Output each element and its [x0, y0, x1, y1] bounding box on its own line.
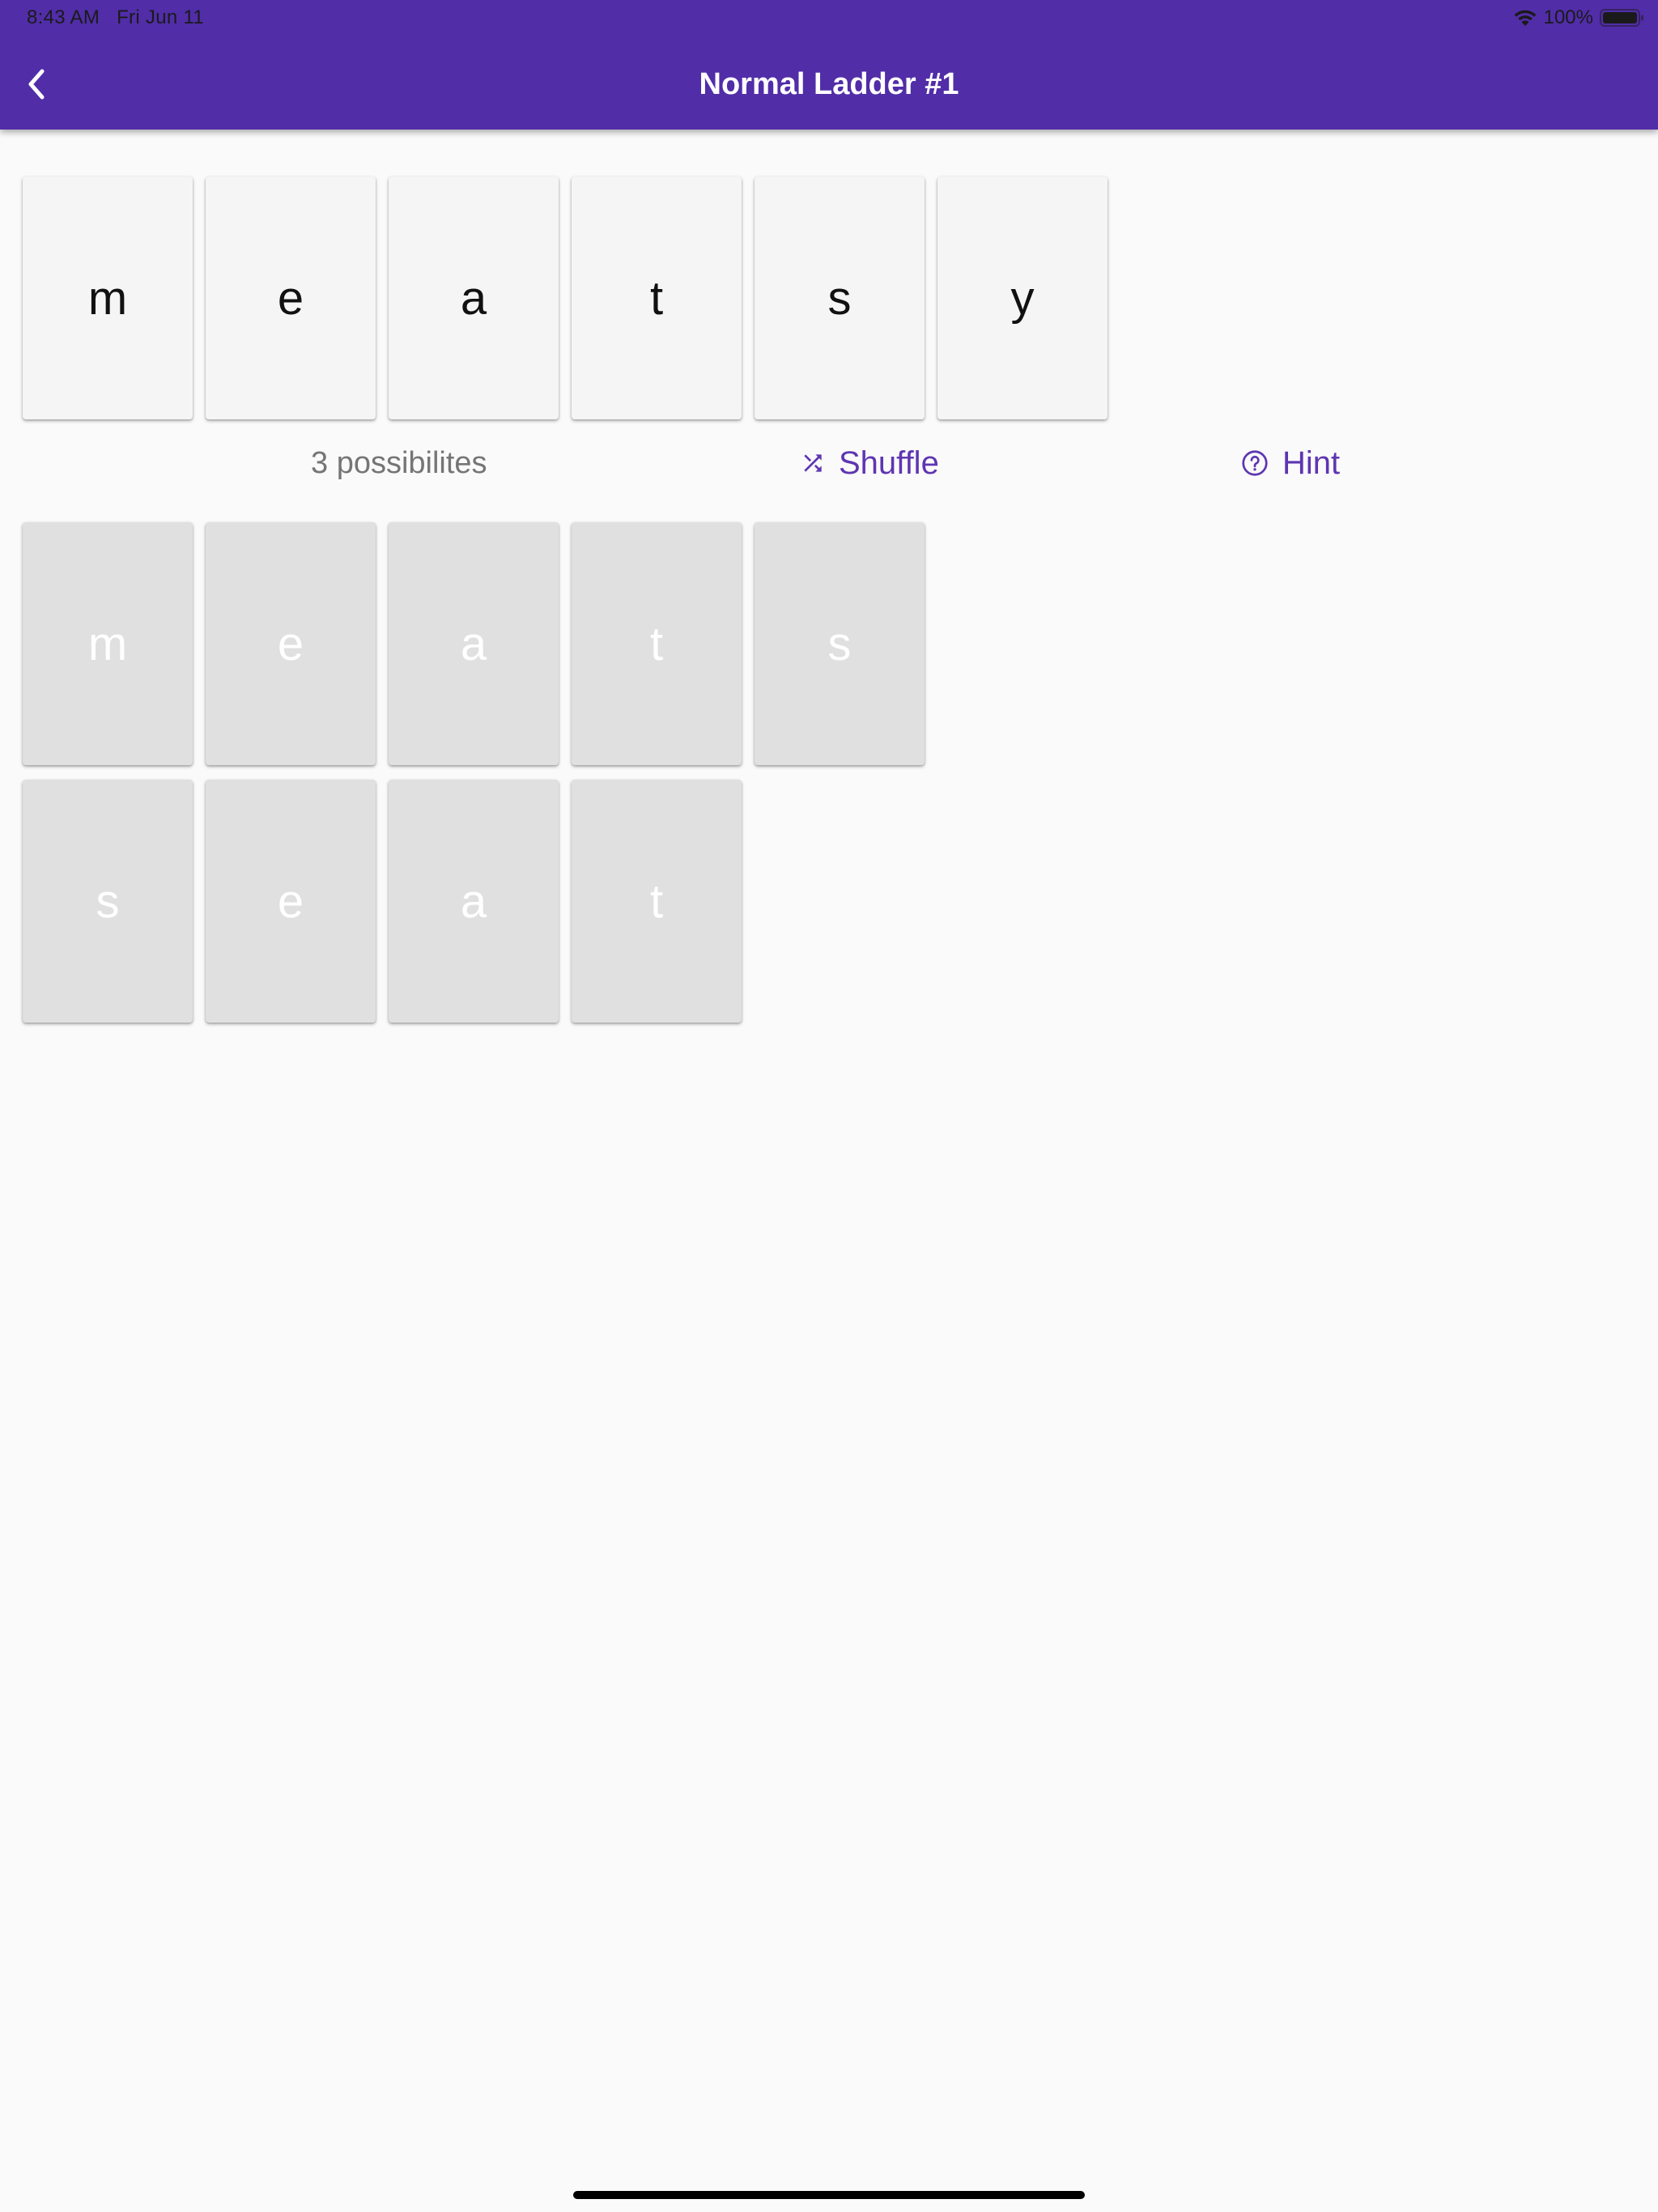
- page-title: Normal Ladder #1: [699, 67, 959, 101]
- shuffle-icon: [804, 454, 822, 472]
- letter-tile[interactable]: m: [23, 177, 193, 419]
- letter-tile[interactable]: y: [937, 177, 1107, 419]
- shuffle-button[interactable]: Shuffle: [800, 442, 939, 484]
- help-circle-icon: [1242, 450, 1268, 476]
- solved-letter-tile: t: [572, 522, 742, 765]
- home-indicator[interactable]: [573, 2191, 1085, 2199]
- hint-button[interactable]: Hint: [1240, 442, 1340, 484]
- solved-word-row: s e a t: [23, 780, 742, 1023]
- status-bar-time: 8:43 AM Fri Jun 11: [27, 6, 204, 29]
- possibilities-count: 3 possibilites: [311, 446, 487, 480]
- solved-letter-tile: s: [23, 780, 193, 1023]
- solved-letter-tile: s: [755, 522, 925, 765]
- hint-label: Hint: [1282, 445, 1341, 481]
- battery-percent: 100%: [1543, 6, 1593, 28]
- letter-tile[interactable]: s: [755, 177, 925, 419]
- solved-letter-tile: a: [389, 522, 559, 765]
- wifi-icon: [1514, 10, 1537, 26]
- app-bar: 8:43 AM Fri Jun 11 100% Normal Ladder #1: [0, 0, 1658, 130]
- solved-letter-tile: a: [389, 780, 559, 1023]
- letter-tile[interactable]: a: [389, 177, 559, 419]
- solved-letter-tile: e: [206, 780, 376, 1023]
- controls-bar: 3 possibilites Shuffle Hint: [0, 442, 1658, 484]
- letter-tile[interactable]: t: [572, 177, 742, 419]
- letter-tile-row: m e a t s y: [23, 177, 1107, 419]
- solved-word-row: m e a t s: [23, 522, 925, 765]
- solved-letter-tile: m: [23, 522, 193, 765]
- solved-letter-tile: t: [572, 780, 742, 1023]
- battery-icon: [1600, 9, 1643, 27]
- shuffle-label: Shuffle: [839, 445, 939, 481]
- status-date-text: Fri Jun 11: [117, 6, 204, 28]
- status-time-text: 8:43 AM: [27, 6, 100, 28]
- solved-letter-tile: e: [206, 522, 376, 765]
- status-bar-indicators: 100%: [1513, 6, 1645, 29]
- letter-tile[interactable]: e: [206, 177, 376, 419]
